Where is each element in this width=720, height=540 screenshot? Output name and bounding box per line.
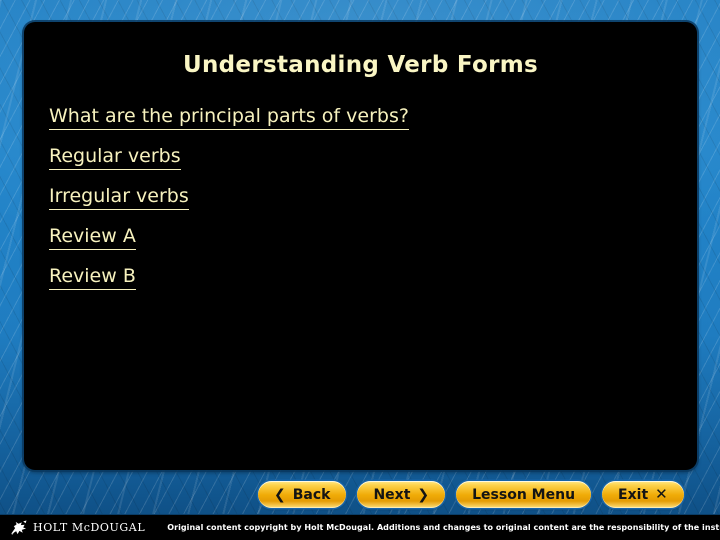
- lesson-menu-button-label: Lesson Menu: [472, 486, 576, 503]
- list-item: What are the principal parts of verbs?: [49, 104, 677, 144]
- next-button[interactable]: Next ❯: [357, 481, 446, 508]
- chevron-right-icon: ❯: [417, 486, 430, 503]
- footer-bar: HOLT McDOUGAL Original content copyright…: [0, 514, 720, 540]
- link-review-b[interactable]: Review B: [49, 264, 136, 290]
- close-x-icon: ✕: [655, 485, 668, 503]
- horse-rider-logo-icon: [10, 519, 27, 535]
- list-item: Review A: [49, 224, 677, 264]
- copyright-text: Original content copyright by Holt McDou…: [167, 523, 720, 532]
- slide: Understanding Verb Forms What are the pr…: [0, 0, 720, 540]
- slide-title: Understanding Verb Forms: [183, 52, 538, 78]
- lesson-menu-button[interactable]: Lesson Menu: [456, 481, 592, 508]
- exit-button[interactable]: Exit ✕: [602, 481, 684, 508]
- link-irregular-verbs[interactable]: Irregular verbs: [49, 184, 189, 210]
- link-list: What are the principal parts of verbs? R…: [49, 104, 677, 304]
- list-item: Review B: [49, 264, 677, 304]
- chevron-left-icon: ❮: [274, 486, 286, 503]
- link-principal-parts[interactable]: What are the principal parts of verbs?: [49, 104, 409, 130]
- back-button[interactable]: ❮ Back: [258, 481, 347, 508]
- list-item: Regular verbs: [49, 144, 677, 184]
- list-item: Irregular verbs: [49, 184, 677, 224]
- link-review-a[interactable]: Review A: [49, 224, 136, 250]
- navigation-bar: ❮ Back Next ❯ Lesson Menu Exit ✕: [258, 481, 684, 508]
- next-button-label: Next: [373, 486, 411, 503]
- link-regular-verbs[interactable]: Regular verbs: [49, 144, 181, 170]
- back-button-label: Back: [292, 486, 331, 503]
- exit-button-label: Exit: [618, 486, 649, 503]
- logo-text: HOLT McDOUGAL: [33, 521, 146, 534]
- content-panel: Understanding Verb Forms What are the pr…: [24, 22, 697, 470]
